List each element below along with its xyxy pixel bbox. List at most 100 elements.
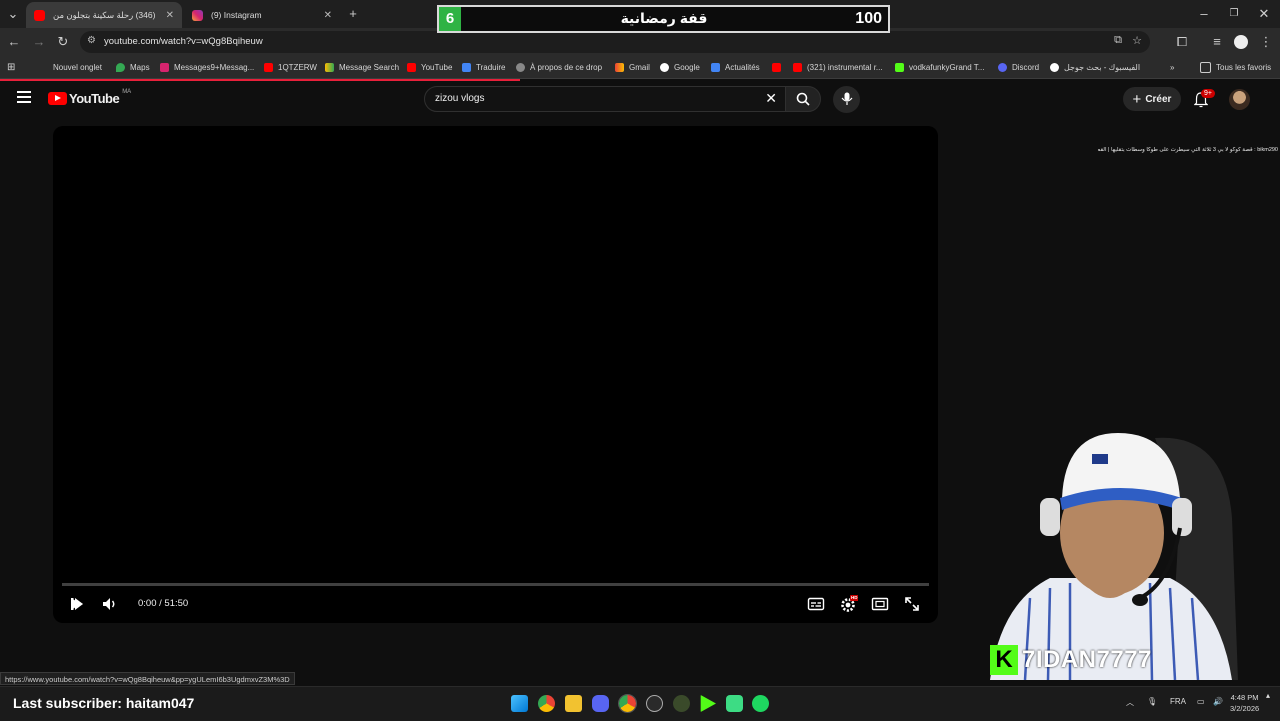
bookmark-item[interactable]: Discord	[998, 60, 1039, 74]
forward-icon[interactable]: →	[31, 34, 47, 50]
youtube-logo[interactable]: YouTube MA	[48, 88, 132, 106]
hamburger-menu-icon[interactable]	[17, 91, 31, 103]
notification-center-icon[interactable]: ▴	[1266, 691, 1270, 700]
bookmarks-bar: ⊞ Nouvel onglet Maps Messages9+Messag...…	[0, 56, 1280, 79]
tab-search-icon[interactable]: ⌄	[5, 6, 21, 22]
bookmark-item[interactable]: (321) instrumental r...	[793, 60, 883, 74]
search-value: zizou vlogs	[435, 93, 485, 104]
youtube-icon	[793, 62, 802, 72]
omnibox[interactable]: ⚙ youtube.com/watch?v=wQg8Bqiheuw ⧉ ☆	[80, 31, 1150, 53]
score-title: قفة رمضانية	[620, 10, 708, 26]
spotify-icon[interactable]	[752, 695, 769, 712]
profile-icon[interactable]	[1234, 35, 1248, 49]
instagram-icon	[160, 62, 169, 72]
windows-start-icon[interactable]	[511, 695, 528, 712]
fullscreen-icon[interactable]	[902, 594, 922, 614]
create-label: Créer	[1145, 93, 1172, 105]
bookmark-item[interactable]: À propos de ce drop	[516, 60, 602, 74]
media-control-icon[interactable]: ≡	[1209, 34, 1225, 50]
tray-chevron-icon[interactable]: ︿	[1126, 697, 1134, 708]
discord-taskbar-icon[interactable]	[592, 695, 609, 712]
network-icon[interactable]: ▭	[1197, 697, 1205, 706]
notification-badge: 9+	[1201, 89, 1215, 98]
globe-icon	[516, 62, 525, 72]
kick-icon	[895, 62, 904, 72]
tab-youtube[interactable]: (346) رحلة سكينة بتجلون من ✕	[26, 2, 182, 28]
install-icon[interactable]: ⧉	[1114, 34, 1122, 47]
microphone-tray-icon[interactable]: 🎙	[1147, 697, 1157, 706]
bookmark-item[interactable]: Messages9+Messag...	[160, 60, 254, 74]
close-tab-icon[interactable]: ✕	[166, 10, 174, 21]
file-explorer-icon[interactable]	[565, 695, 582, 712]
minimize-icon[interactable]: –	[1196, 6, 1212, 22]
bookmark-item[interactable]: vodkafunkyGrand T...	[895, 60, 984, 74]
url-text: youtube.com/watch?v=wQg8Bqiheuw	[104, 36, 263, 47]
extensions-icon[interactable]: ⧠	[1174, 34, 1190, 50]
gmail-icon	[615, 62, 624, 72]
more-bookmarks-icon[interactable]: »	[1170, 60, 1174, 74]
voice-search-button[interactable]	[833, 86, 860, 113]
youtube-icon	[407, 62, 416, 72]
youtube-icon	[264, 62, 273, 72]
chat-ticker: bikm290 : قصة كوكو لا بي 3 ثلاثة التي سي…	[1098, 147, 1278, 153]
subtitles-icon[interactable]	[806, 594, 826, 614]
bookmark-item[interactable]: Message Search	[325, 60, 399, 74]
all-bookmarks-folder[interactable]: Tous les favoris	[1200, 60, 1271, 74]
android-icon[interactable]	[726, 695, 743, 712]
language-indicator[interactable]: FRA	[1170, 697, 1186, 706]
bookmark-item[interactable]: Gmail	[615, 60, 650, 74]
tab-label: (346) رحلة سكينة بتجلون من	[53, 9, 156, 20]
bookmark-item[interactable]: الفيسبوك - بحث جوجل	[1050, 60, 1140, 74]
bookmark-item[interactable]: YouTube	[407, 60, 452, 74]
chrome-icon[interactable]	[538, 695, 555, 712]
youtube-favicon-icon	[34, 9, 45, 21]
region-code: MA	[122, 88, 132, 95]
search-input[interactable]: zizou vlogs ✕	[424, 86, 786, 112]
folder-icon	[1200, 61, 1211, 73]
site-info-icon[interactable]: ⚙	[87, 35, 96, 46]
obs-icon[interactable]	[646, 695, 663, 712]
discord-icon	[998, 62, 1007, 72]
back-icon[interactable]: ←	[6, 34, 22, 50]
bookmark-star-icon[interactable]: ☆	[1132, 34, 1142, 47]
bookmark-item[interactable]	[772, 60, 786, 74]
bookmark-item[interactable]: Google	[660, 60, 700, 74]
score-right: 100	[855, 10, 882, 27]
menu-icon[interactable]: ⋮	[1258, 34, 1274, 50]
clock[interactable]: 4:48 PM 3/2/2026	[1230, 692, 1259, 714]
bookmark-item[interactable]: Traduire	[462, 60, 506, 74]
microphone-icon	[841, 92, 853, 105]
news-icon	[711, 62, 720, 72]
last-subscriber: Last subscriber: haitam047	[13, 695, 195, 711]
bookmark-item[interactable]: Maps	[116, 60, 150, 74]
volume-icon[interactable]	[100, 594, 120, 614]
video-player[interactable]: 0:00 / 51:50 HD	[53, 126, 938, 623]
reload-icon[interactable]: ↻	[55, 34, 71, 50]
translate-icon	[462, 62, 471, 72]
theater-mode-icon[interactable]	[870, 594, 890, 614]
kick-taskbar-icon[interactable]	[700, 695, 716, 712]
search-icon	[796, 92, 810, 106]
new-tab-button[interactable]: +	[345, 6, 361, 22]
chrome-active-icon[interactable]	[618, 694, 637, 713]
close-tab-icon[interactable]: ✕	[324, 10, 332, 21]
youtube-logo-text: YouTube	[69, 91, 120, 106]
clear-search-icon[interactable]: ✕	[765, 90, 777, 107]
close-window-icon[interactable]: ✕	[1256, 6, 1272, 22]
bookmark-item[interactable]: Actualités	[711, 60, 760, 74]
app-icon[interactable]	[673, 695, 690, 712]
search-button[interactable]	[785, 86, 821, 112]
apps-icon[interactable]: ⊞	[7, 60, 15, 74]
speaker-icon[interactable]: 🔊	[1213, 697, 1223, 706]
google-icon	[1050, 62, 1059, 72]
clock-date: 3/2/2026	[1230, 704, 1260, 713]
progress-bar[interactable]	[62, 583, 929, 586]
bookmark-item[interactable]: 1QTZERW	[264, 60, 317, 74]
play-pause-icon[interactable]	[67, 594, 87, 614]
tab-instagram[interactable]: (9) Instagram ✕	[184, 2, 340, 28]
create-button[interactable]: + Créer	[1123, 87, 1181, 111]
streamer-tag: K 7IDAN7777	[990, 643, 1152, 676]
bookmark-item[interactable]: Nouvel onglet	[53, 60, 102, 74]
restore-icon[interactable]: ❐	[1226, 6, 1242, 22]
avatar[interactable]	[1229, 89, 1250, 110]
